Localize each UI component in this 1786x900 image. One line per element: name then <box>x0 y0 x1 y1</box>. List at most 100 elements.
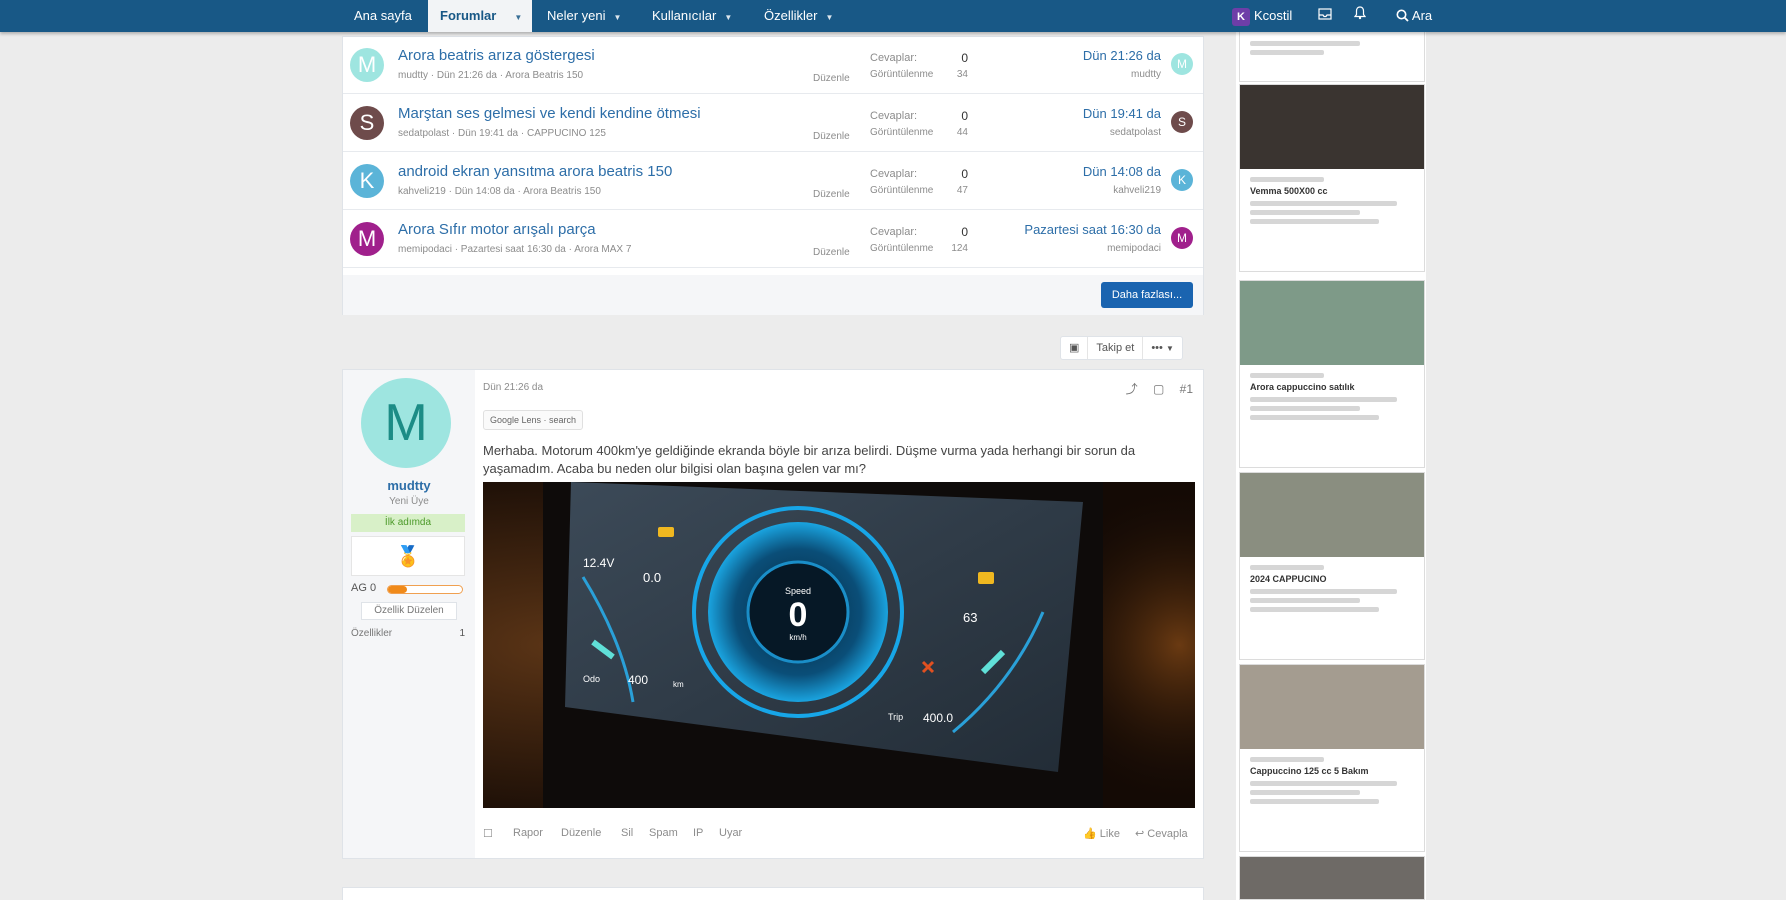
more-options-button[interactable]: ••• ▼ <box>1143 337 1182 359</box>
more-threads-button[interactable]: Daha fazlası... <box>1101 282 1193 308</box>
thumbs-up-icon: 👍 <box>1083 828 1097 840</box>
ad-card[interactable] <box>1239 30 1425 82</box>
user-menu[interactable]: K Kcostil <box>1232 0 1292 32</box>
replies-count: 0 <box>961 167 968 181</box>
chevron-down-icon[interactable]: ▼ <box>825 13 833 22</box>
post-number[interactable]: #1 <box>1180 382 1193 396</box>
ad-card[interactable] <box>1239 856 1425 900</box>
bell-icon[interactable] <box>1353 0 1367 32</box>
ad-image <box>1240 857 1424 899</box>
ip-link[interactable]: IP <box>693 827 703 839</box>
avatar[interactable]: M <box>361 378 451 468</box>
ad-card[interactable]: Cappuccino 125 cc 5 Bakım <box>1239 664 1425 852</box>
report-link[interactable]: Rapor <box>513 827 543 839</box>
google-lens-chip[interactable]: Google Lens · search <box>483 410 584 430</box>
post-body-text: Merhaba. Motorum 400km'ye geldiğinde ekr… <box>483 443 1136 476</box>
ad-card[interactable]: Arora cappuccino satılık <box>1239 280 1425 468</box>
thread-row: K android ekran yansıtma arora beatris 1… <box>343 153 1203 210</box>
ad-card[interactable]: 2024 CAPPUCINO <box>1239 472 1425 660</box>
last-post-user[interactable]: memipodaci <box>1107 243 1161 254</box>
thread-meta: mudtty · Dün 21:26 da · Arora Beatris 15… <box>398 70 584 81</box>
reply-button[interactable]: ↩ Cevapla <box>1135 827 1188 840</box>
replies-label: Cevaplar: <box>870 168 918 180</box>
ad-title: 2024 CAPPUCINO <box>1250 574 1327 584</box>
avatar[interactable]: M <box>350 222 384 256</box>
user-avatar: K <box>1232 7 1250 26</box>
like-button[interactable]: 👍 Like <box>1083 827 1120 840</box>
thread-title-link[interactable]: Arora Sıfır motor arışalı parça <box>398 221 596 238</box>
replies-label: Cevaplar: <box>870 226 918 238</box>
thread-title-link[interactable]: android ekran yansıtma arora beatris 150 <box>398 163 672 180</box>
nav-forums[interactable]: Forumlar ▼ <box>428 0 532 32</box>
thread-title-link[interactable]: Marştan ses gelmesi ve kendi kendine ötm… <box>398 105 701 122</box>
avatar[interactable]: M <box>350 48 384 82</box>
thread-edit-link[interactable]: Düzenle <box>813 247 850 258</box>
post-username[interactable]: mudtty <box>343 478 475 493</box>
last-post-date[interactable]: Dün 21:26 da <box>1083 48 1161 63</box>
svg-text:400.0: 400.0 <box>923 711 953 725</box>
ad-card[interactable]: Vemma 500X00 cc <box>1239 84 1425 272</box>
bookmark-icon[interactable]: ▢ <box>1153 382 1164 396</box>
warn-link[interactable]: Uyar <box>719 827 742 839</box>
last-post-user[interactable]: sedatpolast <box>1110 127 1161 138</box>
last-poster-avatar[interactable]: M <box>1171 53 1193 75</box>
post-message: M mudtty Yeni Üye İlk adımda 🏅 AG 0 Özel… <box>342 369 1204 859</box>
ag-label: AG 0 <box>351 582 377 594</box>
similar-threads-block: M Arora beatris arıza göstergesi mudtty … <box>342 36 1204 315</box>
chevron-down-icon[interactable]: ▼ <box>724 13 732 22</box>
last-post-date[interactable]: Dün 14:08 da <box>1083 164 1161 179</box>
post-header-icons: ⤴ ▢ #1 <box>1114 380 1193 397</box>
share-icon[interactable]: ⤴ <box>1126 382 1138 396</box>
inbox-icon[interactable] <box>1318 0 1332 32</box>
top-navigation: Ana sayfa Forumlar ▼ Neler yeni ▼ Kullanıc… <box>0 0 1786 32</box>
nav-whats-new[interactable]: Neler yeni ▼ <box>535 0 633 32</box>
last-poster-avatar[interactable]: M <box>1171 227 1193 249</box>
avatar[interactable]: K <box>350 164 384 198</box>
svg-text:km: km <box>673 680 684 689</box>
nav-home[interactable]: Ana sayfa <box>342 0 424 32</box>
views-count: 47 <box>956 185 968 196</box>
thread-row: M Arora beatris arıza göstergesi mudtty … <box>343 37 1203 94</box>
thread-edit-link[interactable]: Düzenle <box>813 189 850 200</box>
last-post-date[interactable]: Pazartesi saat 16:30 da <box>1024 222 1161 237</box>
dashboard-photo[interactable]: Speed 0 km/h 12.4V 0.0 63 Odo 400 km Tri… <box>483 482 1195 808</box>
thread-title-link[interactable]: Arora beatris arıza göstergesi <box>398 47 595 64</box>
views-label: Görüntülenme <box>870 185 934 196</box>
thread-meta: memipodaci · Pazartesi saat 16:30 da · A… <box>398 244 632 255</box>
last-poster-avatar[interactable]: K <box>1171 169 1193 191</box>
trophy-icon: 🏅 <box>351 536 465 576</box>
bookmark-icon[interactable]: ▣ <box>1061 337 1089 359</box>
views-count: 124 <box>951 243 968 254</box>
thread-actions-bar: ▣ Takip et ••• ▼ <box>1060 336 1183 360</box>
chevron-down-icon[interactable]: ▼ <box>614 13 622 22</box>
search-button[interactable]: Ara <box>1396 0 1432 32</box>
edit-profile-button[interactable]: Özellik Düzelen <box>361 602 457 620</box>
reply-icon: ↩ <box>1135 828 1145 840</box>
last-post-date[interactable]: Dün 19:41 da <box>1083 106 1161 121</box>
level-progress-bar <box>387 585 463 594</box>
last-post-user[interactable]: kahveli219 <box>1113 185 1161 196</box>
svg-text:Odo: Odo <box>583 674 600 684</box>
last-poster-avatar[interactable]: S <box>1171 111 1193 133</box>
nav-members[interactable]: Kullanıcılar ▼ <box>640 0 744 32</box>
thread-meta: sedatpolast · Dün 19:41 da · CAPPUCINO 1… <box>398 128 606 139</box>
ad-title: Vemma 500X00 cc <box>1250 186 1328 196</box>
chevron-down-icon[interactable]: ▼ <box>514 13 522 22</box>
edit-link[interactable]: Düzenle <box>561 827 601 839</box>
spam-link[interactable]: Spam <box>649 827 678 839</box>
thread-row: S Marştan ses gelmesi ve kendi kendine ö… <box>343 95 1203 152</box>
avatar[interactable]: S <box>350 106 384 140</box>
select-checkbox[interactable]: ☐ <box>483 827 493 840</box>
ad-image <box>1240 85 1424 169</box>
chevron-down-icon: ▼ <box>1165 344 1174 353</box>
ad-image <box>1240 665 1424 749</box>
svg-text:km/h: km/h <box>789 633 806 642</box>
last-post-user[interactable]: mudtty <box>1131 69 1161 80</box>
thread-row: M Arora Sıfır motor arışalı parça memipo… <box>343 211 1203 268</box>
thread-edit-link[interactable]: Düzenle <box>813 73 850 84</box>
post-date[interactable]: Dün 21:26 da <box>483 382 543 393</box>
nav-features[interactable]: Özellikler ▼ <box>752 0 845 32</box>
follow-button[interactable]: Takip et <box>1088 337 1144 359</box>
delete-link[interactable]: Sil <box>621 827 633 839</box>
thread-edit-link[interactable]: Düzenle <box>813 131 850 142</box>
